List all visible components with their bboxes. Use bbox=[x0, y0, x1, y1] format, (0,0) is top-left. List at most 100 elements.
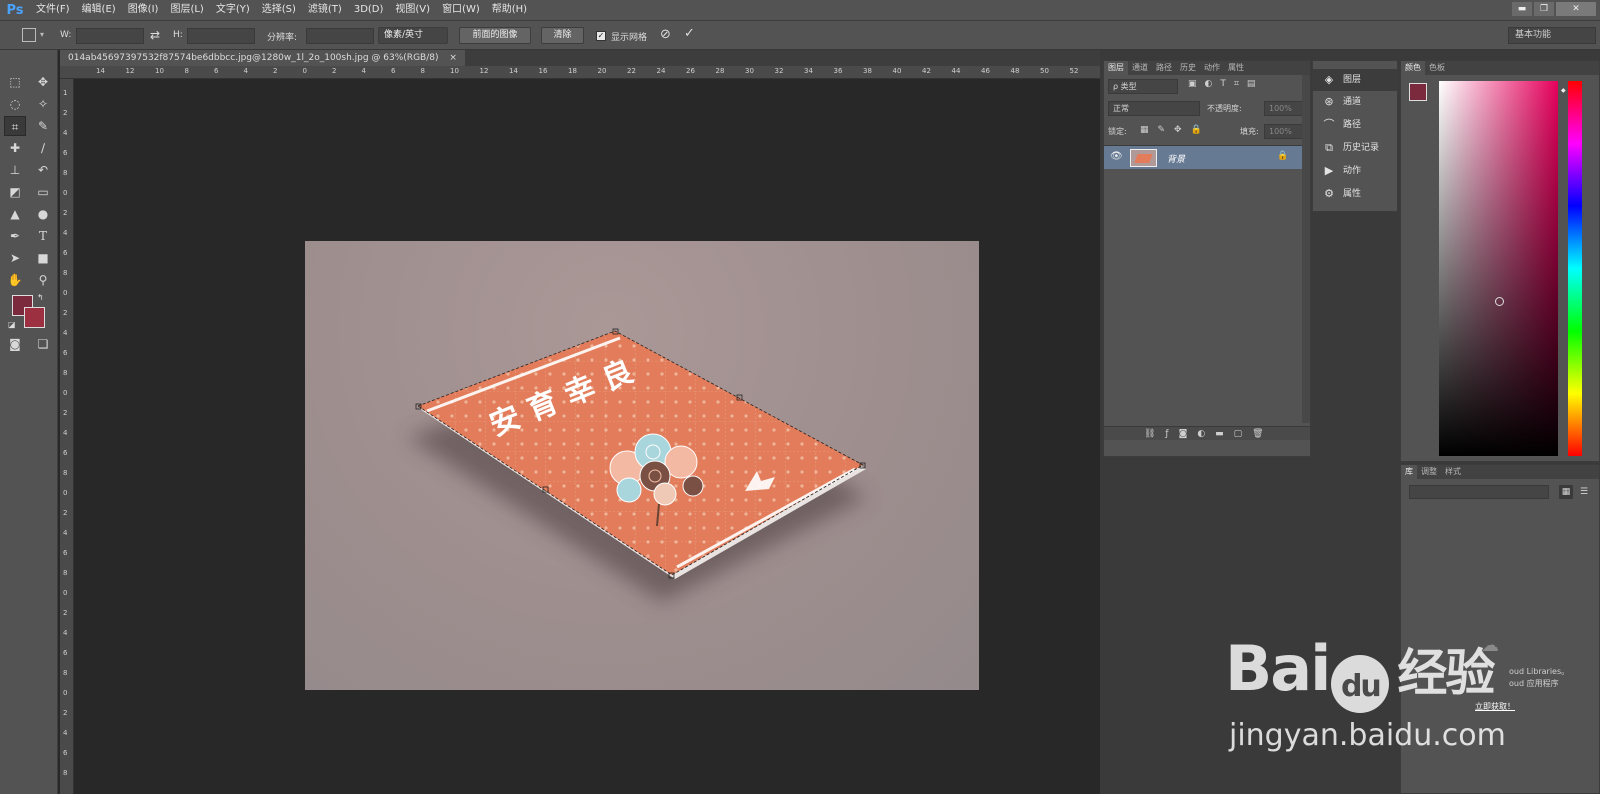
hue-slider-handle[interactable]: ◆ bbox=[1561, 87, 1566, 94]
pen-tool-icon[interactable]: ✒ bbox=[4, 226, 26, 246]
fill-input[interactable]: 100% bbox=[1264, 124, 1306, 139]
commit-transform-icon[interactable]: ✓ bbox=[684, 26, 695, 41]
move-tool-icon[interactable]: ✥ bbox=[32, 72, 54, 92]
close-window-button[interactable]: ✕ bbox=[1556, 2, 1596, 16]
cancel-transform-icon[interactable]: ⊘ bbox=[660, 27, 671, 42]
type-tool-icon[interactable]: T bbox=[32, 226, 54, 246]
clone-stamp-icon[interactable]: ⊥ bbox=[4, 160, 26, 180]
tab-paths[interactable]: 路径 bbox=[1152, 61, 1176, 75]
chevron-down-icon[interactable]: ▾ bbox=[40, 30, 44, 39]
crop-tool-preset-icon[interactable] bbox=[22, 28, 36, 42]
path-selection-icon[interactable]: ➤ bbox=[4, 248, 26, 268]
workspace-select[interactable]: 基本功能 bbox=[1508, 27, 1596, 44]
quick-mask-icon[interactable]: ◙ bbox=[4, 334, 26, 354]
show-grid-checkbox[interactable]: ✓ bbox=[596, 31, 606, 41]
hue-slider[interactable] bbox=[1568, 81, 1582, 456]
restore-button[interactable]: ❐ bbox=[1534, 2, 1554, 16]
layers-scrollbar[interactable] bbox=[1302, 75, 1310, 423]
tab-channels[interactable]: 通道 bbox=[1128, 61, 1152, 75]
screen-mode-icon[interactable]: ❏ bbox=[32, 334, 54, 354]
ruler-tick: 4 bbox=[243, 67, 248, 75]
panel-channels-button[interactable]: ⊛ 通道 bbox=[1313, 91, 1399, 113]
rectangle-tool-icon[interactable]: ■ bbox=[32, 248, 54, 268]
tab-adjustments[interactable]: 调整 bbox=[1417, 465, 1441, 479]
tab-layers[interactable]: 图层 bbox=[1104, 61, 1128, 75]
lasso-tool-icon[interactable]: ◌ bbox=[4, 94, 26, 114]
resolution-input[interactable] bbox=[306, 28, 374, 44]
tab-styles[interactable]: 样式 bbox=[1441, 465, 1465, 479]
tab-properties[interactable]: 属性 bbox=[1224, 61, 1248, 75]
gradient-tool-icon[interactable]: ▭ bbox=[32, 182, 54, 202]
close-tab-icon[interactable]: × bbox=[449, 53, 457, 63]
panel-actions-button[interactable]: ▶ 动作 bbox=[1313, 160, 1399, 182]
menu-filter[interactable]: 滤镜(T) bbox=[302, 0, 348, 20]
visibility-eye-icon[interactable]: 👁 bbox=[1110, 151, 1123, 162]
tab-actions[interactable]: 动作 bbox=[1200, 61, 1224, 75]
get-now-link[interactable]: 立即获取！ bbox=[1475, 701, 1515, 712]
menu-edit[interactable]: 编辑(E) bbox=[76, 0, 122, 20]
ruler-tick: 6 bbox=[63, 149, 68, 157]
clear-button[interactable]: 清除 bbox=[541, 27, 584, 44]
library-select[interactable] bbox=[1409, 485, 1549, 499]
background-color-swatch[interactable] bbox=[24, 307, 45, 328]
blur-tool-icon[interactable]: ▲ bbox=[4, 204, 26, 224]
eraser-icon[interactable]: ◩ bbox=[4, 182, 26, 202]
document-image[interactable]: 安 育 幸 良 bbox=[305, 241, 979, 690]
ruler-tick: 6 bbox=[63, 249, 68, 257]
layers-footer-icons[interactable]: ⛓ƒ◙◐▬▢🗑 bbox=[1104, 426, 1310, 440]
resolution-unit-select[interactable]: 像素/英寸 bbox=[378, 27, 448, 44]
panel-properties-button[interactable]: ⚙ 属性 bbox=[1313, 183, 1399, 205]
marquee-tool-icon[interactable]: ⬚ bbox=[4, 72, 26, 92]
menu-file[interactable]: 文件(F) bbox=[30, 0, 76, 20]
document-tab-bar: 014ab45697397532f87574be6dbbcc.jpg@1280w… bbox=[60, 50, 1100, 66]
layer-filter-icons[interactable]: ▣◐T⌗▤ bbox=[1188, 79, 1263, 89]
tab-color[interactable]: 颜色 bbox=[1401, 61, 1425, 75]
swap-icon[interactable]: ⇄ bbox=[150, 28, 160, 42]
menu-select[interactable]: 选择(S) bbox=[256, 0, 302, 20]
hand-tool-icon[interactable]: ✋ bbox=[4, 270, 26, 290]
color-picker-cursor[interactable] bbox=[1495, 297, 1504, 306]
magic-wand-icon[interactable]: ✧ bbox=[32, 94, 54, 114]
zoom-tool-icon[interactable]: ⚲ bbox=[32, 270, 54, 290]
history-brush-icon[interactable]: ↶ bbox=[32, 160, 54, 180]
eyedropper-icon[interactable]: ✎ bbox=[32, 116, 54, 136]
menu-window[interactable]: 窗口(W) bbox=[436, 0, 486, 20]
panel-layers-button[interactable]: ◈ 图层 bbox=[1313, 69, 1399, 91]
lock-icons[interactable]: ▦✎✥🔒 bbox=[1140, 125, 1211, 135]
minimize-button[interactable]: ▬ bbox=[1512, 2, 1532, 16]
list-view-icon[interactable]: ☰ bbox=[1577, 485, 1591, 499]
width-input[interactable] bbox=[76, 28, 144, 44]
panel-paths-button[interactable]: ⌒ 路径 bbox=[1313, 114, 1399, 136]
menu-view[interactable]: 视图(V) bbox=[389, 0, 436, 20]
default-colors-icon[interactable]: ◪ bbox=[8, 320, 16, 329]
ruler-tick: 30 bbox=[745, 67, 754, 75]
menu-image[interactable]: 图像(I) bbox=[122, 0, 165, 20]
blend-mode-select[interactable]: 正常 bbox=[1108, 101, 1200, 116]
ruler-tick: 8 bbox=[63, 469, 68, 477]
brush-tool-icon[interactable]: ∕ bbox=[32, 138, 54, 158]
dodge-tool-icon[interactable]: ● bbox=[32, 204, 54, 224]
menu-type[interactable]: 文字(Y) bbox=[210, 0, 256, 20]
tab-swatches[interactable]: 色板 bbox=[1425, 61, 1449, 75]
tab-library[interactable]: 库 bbox=[1401, 465, 1417, 479]
saturation-brightness-field[interactable] bbox=[1439, 81, 1558, 456]
color-fg-swatch[interactable] bbox=[1409, 83, 1427, 101]
crop-tool-icon[interactable]: ⌗ bbox=[4, 116, 26, 136]
document-tab[interactable]: 014ab45697397532f87574be6dbbcc.jpg@1280w… bbox=[60, 50, 465, 66]
layer-filter-select[interactable]: ρ 类型 bbox=[1108, 79, 1178, 94]
healing-brush-icon[interactable]: ✚ bbox=[4, 138, 26, 158]
ruler-tick: 4 bbox=[63, 329, 68, 337]
panel-history-button[interactable]: ⧉ 历史记录 bbox=[1313, 137, 1399, 159]
front-image-button[interactable]: 前面的图像 bbox=[459, 27, 531, 44]
tab-history[interactable]: 历史 bbox=[1176, 61, 1200, 75]
grid-view-icon[interactable]: ▦ bbox=[1559, 485, 1573, 499]
menu-help[interactable]: 帮助(H) bbox=[486, 0, 533, 20]
layer-name[interactable]: 背景 bbox=[1167, 152, 1185, 165]
lock-label: 锁定: bbox=[1108, 127, 1127, 136]
opacity-input[interactable]: 100% bbox=[1264, 101, 1306, 116]
swap-colors-icon[interactable]: ↰ bbox=[37, 293, 44, 302]
layer-row[interactable]: 👁 背景 🔒 bbox=[1104, 145, 1302, 169]
height-input[interactable] bbox=[187, 28, 255, 44]
menu-layer[interactable]: 图层(L) bbox=[164, 0, 209, 20]
menu-3d[interactable]: 3D(D) bbox=[348, 0, 390, 20]
